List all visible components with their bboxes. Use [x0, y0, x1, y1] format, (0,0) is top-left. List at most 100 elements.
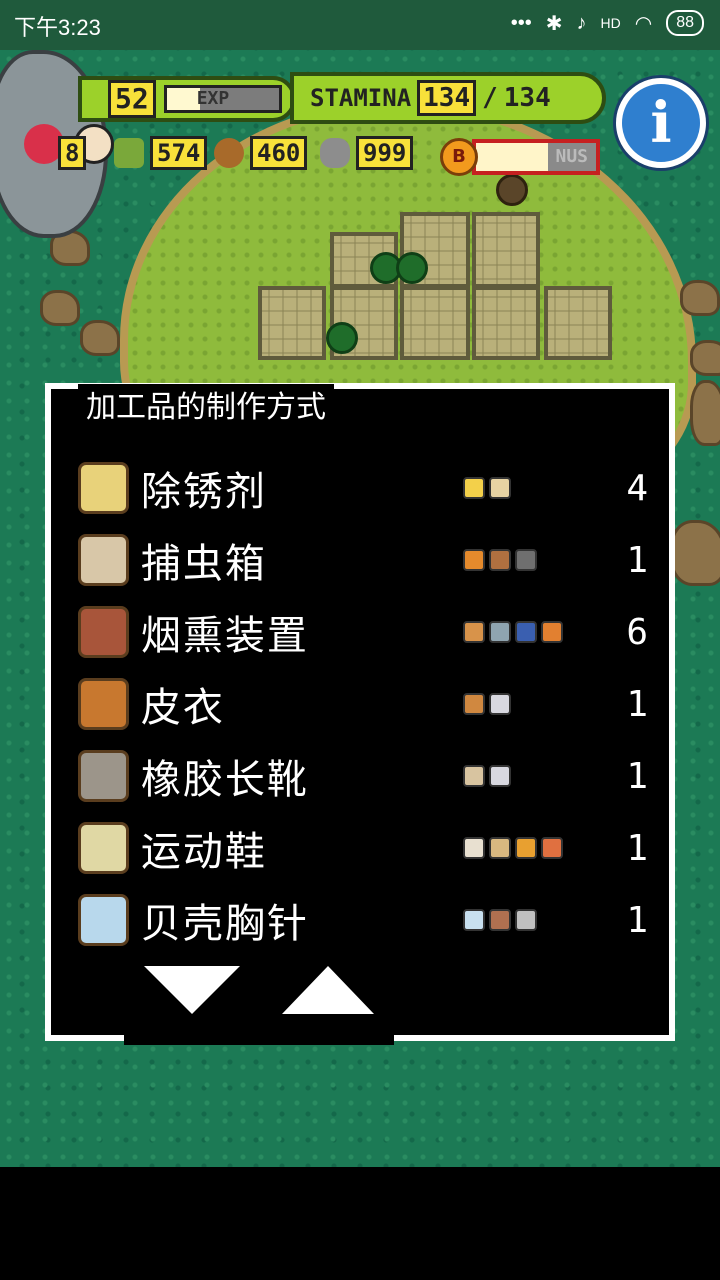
material-icon [462, 549, 485, 571]
bonus-coin-icon: B [440, 138, 478, 176]
stamina-current: 134 [417, 80, 477, 116]
bottom-area [0, 1167, 720, 1280]
sneakers-icon [78, 822, 129, 874]
material-icon [514, 909, 537, 931]
scroll-down-button[interactable] [144, 966, 240, 1014]
recipe-quantity: 1 [626, 827, 649, 869]
wifi-icon: ◠ [634, 12, 653, 35]
dialog-title: 加工品的制作方式 [78, 384, 334, 432]
recipe-row[interactable]: 烟熏装置 6 [78, 602, 648, 662]
building[interactable] [472, 212, 540, 288]
battery-indicator: 88 [666, 10, 704, 36]
tree [396, 252, 428, 284]
building[interactable] [472, 286, 540, 360]
recipe-quantity: 1 [626, 755, 649, 797]
stamina-label: STAMINA [310, 84, 412, 112]
building[interactable] [544, 286, 612, 360]
recipe-name: 捕虫箱 [140, 541, 267, 587]
scroll-up-button[interactable] [282, 966, 374, 1014]
material-icon [488, 621, 511, 643]
tree [496, 174, 528, 206]
status-icons: ••• ✱ ♪ HD ◠ 88 [511, 10, 704, 36]
resource-leaf-value: 574 [150, 136, 208, 170]
recipe-quantity: 1 [626, 539, 649, 581]
level-value: 52 [108, 80, 156, 118]
bug-box-icon [78, 534, 129, 586]
level-panel: 52 EXP [78, 76, 296, 122]
recipe-name: 橡胶长靴 [140, 757, 309, 803]
rock [670, 520, 720, 586]
material-icon [540, 621, 563, 643]
material-icons [462, 693, 609, 715]
material-icon [488, 909, 511, 931]
signal-icon: HD [600, 15, 621, 31]
material-icon [514, 549, 537, 571]
recipe-quantity: 1 [626, 683, 649, 725]
info-button[interactable]: i [616, 78, 706, 168]
material-icons [462, 477, 609, 499]
material-icon [462, 477, 485, 499]
tree [326, 322, 358, 354]
leather-coat-icon [78, 678, 129, 730]
material-icon [514, 621, 537, 643]
shell-brooch-icon [78, 894, 129, 946]
recipe-row[interactable]: 捕虫箱 1 [78, 530, 648, 590]
stamina-panel: STAMINA 134 / 134 [290, 72, 606, 124]
material-icons [462, 909, 609, 931]
recipe-name: 贝壳胸针 [140, 901, 309, 947]
stone-icon [320, 138, 350, 168]
rust-remover-icon [78, 462, 129, 514]
mute-icon: ♪ [576, 11, 587, 34]
bonus-meter: B NUS [440, 138, 600, 176]
bonus-label: NUS [555, 146, 588, 167]
material-icon [462, 837, 485, 859]
resource-nut: 460 [214, 136, 308, 170]
material-icons [462, 549, 609, 571]
material-icon [462, 765, 485, 787]
rubber-boots-icon [78, 750, 129, 802]
material-icon [514, 837, 537, 859]
exp-label: EXP [196, 88, 230, 109]
rock [80, 320, 120, 356]
resource-nut-value: 460 [250, 136, 308, 170]
material-icon [488, 837, 511, 859]
stamina-max: 134 [503, 83, 551, 113]
material-icon [488, 693, 511, 715]
resource-partial: 8 [58, 136, 87, 170]
material-icon [488, 765, 511, 787]
recipe-name: 运动鞋 [140, 829, 267, 875]
rock [40, 290, 80, 326]
material-icon [540, 837, 563, 859]
resource-stone: 999 [320, 136, 414, 170]
recipe-row[interactable]: 橡胶长靴 1 [78, 746, 648, 806]
material-icon [488, 477, 511, 499]
status-bar: 下午3:23 ••• ✱ ♪ HD ◠ 88 [0, 0, 720, 50]
material-icon [488, 549, 511, 571]
bluetooth-icon: ✱ [545, 12, 563, 35]
recipe-name: 皮衣 [140, 685, 225, 731]
recipe-row[interactable]: 除锈剂 4 [78, 458, 648, 518]
acorn-icon [214, 138, 244, 168]
recipe-name: 烟熏装置 [140, 613, 309, 659]
bonus-bar: NUS [472, 139, 600, 175]
material-icon [462, 693, 485, 715]
building[interactable] [400, 286, 470, 360]
material-icon [462, 621, 485, 643]
recipe-row[interactable]: 运动鞋 1 [78, 818, 648, 878]
exp-bar-fill [166, 88, 201, 110]
rock [690, 380, 720, 446]
recipe-quantity: 4 [626, 467, 649, 509]
building[interactable] [258, 286, 326, 360]
leaf-icon [114, 138, 144, 168]
bonus-bar-fill [476, 143, 548, 171]
recipe-row[interactable]: 贝壳胸针 1 [78, 890, 648, 950]
material-icons [462, 837, 609, 859]
recipe-row[interactable]: 皮衣 1 [78, 674, 648, 734]
rock [690, 340, 720, 376]
dialog-notch [124, 1033, 394, 1045]
more-icon: ••• [510, 11, 532, 34]
stamina-separator: / [482, 83, 498, 113]
recipe-quantity: 1 [626, 899, 649, 941]
rock [680, 280, 720, 316]
smoker-icon [78, 606, 129, 658]
